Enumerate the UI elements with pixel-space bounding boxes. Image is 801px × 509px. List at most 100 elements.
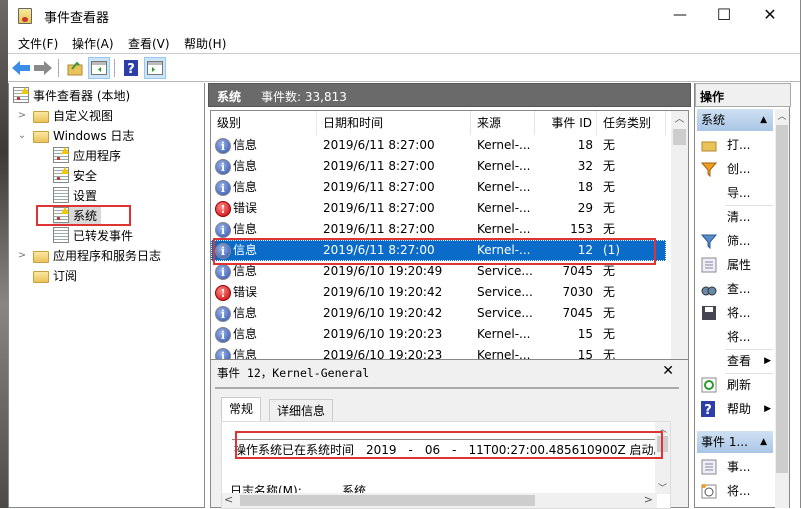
actions-section-system[interactable]: 系统 ▲ — [697, 109, 773, 131]
scroll-up-icon[interactable]: ︿ — [671, 111, 688, 128]
column-header-level[interactable]: 级别 — [211, 111, 317, 135]
action-item[interactable]: 创... — [697, 157, 773, 181]
expand-icon[interactable]: > — [17, 250, 27, 261]
divider — [215, 387, 679, 389]
datetime-cell: 2019/6/10 19:20:23 — [323, 327, 443, 341]
action-item[interactable]: 导... — [697, 181, 773, 205]
desktop-background-strip — [0, 0, 8, 508]
table-row[interactable]: i 信息 2019/6/11 8:27:00 Kernel-... 18 无 — [211, 177, 666, 198]
info-icon: i — [215, 306, 231, 322]
level-cell: 信息 — [233, 222, 258, 236]
show-hide-action-pane-button[interactable] — [144, 57, 166, 79]
table-row[interactable]: i 信息 2019/6/10 19:20:23 Kernel-... 15 无 — [211, 324, 666, 345]
show-hide-tree-button[interactable] — [88, 57, 110, 79]
action-item[interactable]: 将... — [697, 479, 773, 503]
show-hide-action-pane-icon — [147, 61, 163, 75]
help-icon: ? — [124, 60, 138, 76]
column-header-datetime[interactable]: 日期和时间 — [317, 111, 471, 135]
action-item[interactable]: 筛... — [697, 229, 773, 253]
level-cell: 信息 — [233, 159, 258, 173]
action-item[interactable]: 清... — [697, 205, 773, 229]
table-row[interactable]: i 信息 2019/6/10 19:20:42 Service... 7045 无 — [211, 303, 666, 324]
menu-file[interactable]: 文件(F) — [18, 35, 58, 52]
action-item[interactable]: ? 帮助 ▶ — [697, 397, 773, 421]
tree-item-security[interactable]: 安全 — [53, 165, 97, 185]
tree-item-forwarded-events[interactable]: 已转发事件 — [53, 225, 133, 245]
scroll-down-icon[interactable]: ﹀ — [655, 481, 670, 494]
close-detail-icon[interactable]: ✕ — [662, 363, 674, 379]
task-category-cell: 无 — [603, 327, 616, 341]
minimize-button[interactable]: — — [658, 4, 702, 26]
tree-item-label: 订阅 — [53, 268, 78, 283]
menu-view[interactable]: 查看(V) — [128, 35, 170, 52]
toolbar-separator — [114, 59, 115, 77]
action-item[interactable]: 刷新 — [697, 373, 773, 397]
scrollbar-thumb[interactable] — [673, 129, 686, 145]
action-item[interactable]: 将... — [697, 325, 773, 349]
task-category-cell: 无 — [603, 180, 616, 194]
scroll-left-icon[interactable]: < — [224, 493, 233, 506]
scroll-right-icon[interactable]: > — [644, 493, 653, 506]
tree-item-application[interactable]: 应用程序 — [53, 145, 121, 165]
event-id-cell: 32 — [577, 159, 593, 173]
forward-button[interactable] — [32, 57, 54, 79]
tree-item-setup[interactable]: 设置 — [53, 185, 97, 205]
info-icon: i — [215, 180, 231, 196]
tree-item-label: 设置 — [73, 188, 98, 203]
close-button[interactable]: ✕ — [748, 4, 792, 26]
action-item[interactable]: 查... — [697, 277, 773, 301]
expand-icon[interactable]: > — [17, 110, 27, 121]
table-row[interactable]: i 信息 2019/6/11 8:27:00 Kernel-... 32 无 — [211, 156, 666, 177]
action-item[interactable]: 打... — [697, 133, 773, 157]
action-label: 属性 — [727, 258, 752, 272]
info-icon: i — [215, 327, 231, 343]
table-row[interactable]: i 信息 2019/6/11 8:27:00 Kernel-... 153 无 — [211, 219, 666, 240]
column-header-task-category[interactable]: 任务类别 — [597, 111, 666, 135]
help-button[interactable]: ? — [120, 57, 142, 79]
open-folder-icon — [701, 137, 717, 153]
scroll-up-icon[interactable]: ︿ — [775, 109, 789, 122]
maximize-button[interactable]: ☐ — [702, 4, 746, 26]
level-cell: 错误 — [233, 285, 258, 299]
log-name: 系统 — [217, 90, 242, 104]
folder-icon — [33, 250, 49, 263]
tab-general[interactable]: 常规 — [221, 397, 262, 421]
detail-horizontal-scrollbar[interactable]: < > — [222, 493, 657, 508]
table-row[interactable]: ! 错误 2019/6/10 19:20:42 Service... 7030 无 — [211, 282, 666, 303]
up-folder-button[interactable] — [64, 57, 86, 79]
actions-scrollbar[interactable]: ︿ — [775, 109, 789, 508]
menu-action[interactable]: 操作(A) — [72, 35, 114, 52]
tree-root[interactable]: 事件查看器 (本地) — [13, 85, 130, 105]
datetime-cell: 2019/6/10 19:20:42 — [323, 306, 443, 320]
back-button[interactable] — [10, 57, 32, 79]
column-header-source[interactable]: 来源 — [471, 111, 535, 135]
info-icon: i — [215, 159, 231, 175]
tree-item-windows-logs[interactable]: ⌄ Windows 日志 — [17, 125, 134, 145]
menu-bar: 文件(F) 操作(A) 查看(V) 帮助(H) — [8, 32, 800, 54]
collapse-triangle-icon: ▲ — [760, 437, 767, 447]
table-row[interactable]: i 信息 2019/6/11 8:27:00 Kernel-... 18 无 — [211, 135, 666, 156]
event-id-cell: 7030 — [562, 285, 593, 299]
info-icon: i — [215, 222, 231, 238]
tree-item-subscriptions[interactable]: 订阅 — [33, 265, 77, 285]
action-item[interactable]: 事... — [697, 455, 773, 479]
save-icon — [701, 305, 717, 321]
tab-details[interactable]: 详细信息 — [269, 399, 334, 421]
tree-item-custom-views[interactable]: > 自定义视图 — [17, 105, 113, 125]
task-category-cell: 无 — [603, 306, 616, 320]
menu-help[interactable]: 帮助(H) — [184, 35, 226, 52]
scrollbar-thumb[interactable] — [240, 495, 535, 506]
log-folder-icon — [33, 130, 49, 143]
action-label: 查... — [727, 282, 751, 296]
actions-section-event[interactable]: 事件 1... ▲ — [697, 431, 773, 453]
action-item[interactable]: 查看 ▶ — [697, 349, 773, 373]
tree-item-app-service-logs[interactable]: > 应用程序和服务日志 — [17, 245, 161, 265]
table-row[interactable]: ! 错误 2019/6/11 8:27:00 Kernel-... 29 无 — [211, 198, 666, 219]
action-item[interactable]: 将... — [697, 301, 773, 325]
source-cell: Kernel-... — [477, 180, 531, 194]
collapse-icon[interactable]: ⌄ — [17, 130, 27, 141]
section-label: 系统 — [701, 113, 726, 127]
column-header-event-id[interactable]: 事件 ID — [535, 111, 597, 135]
scrollbar-thumb[interactable] — [776, 125, 788, 473]
action-item[interactable]: 属性 — [697, 253, 773, 277]
